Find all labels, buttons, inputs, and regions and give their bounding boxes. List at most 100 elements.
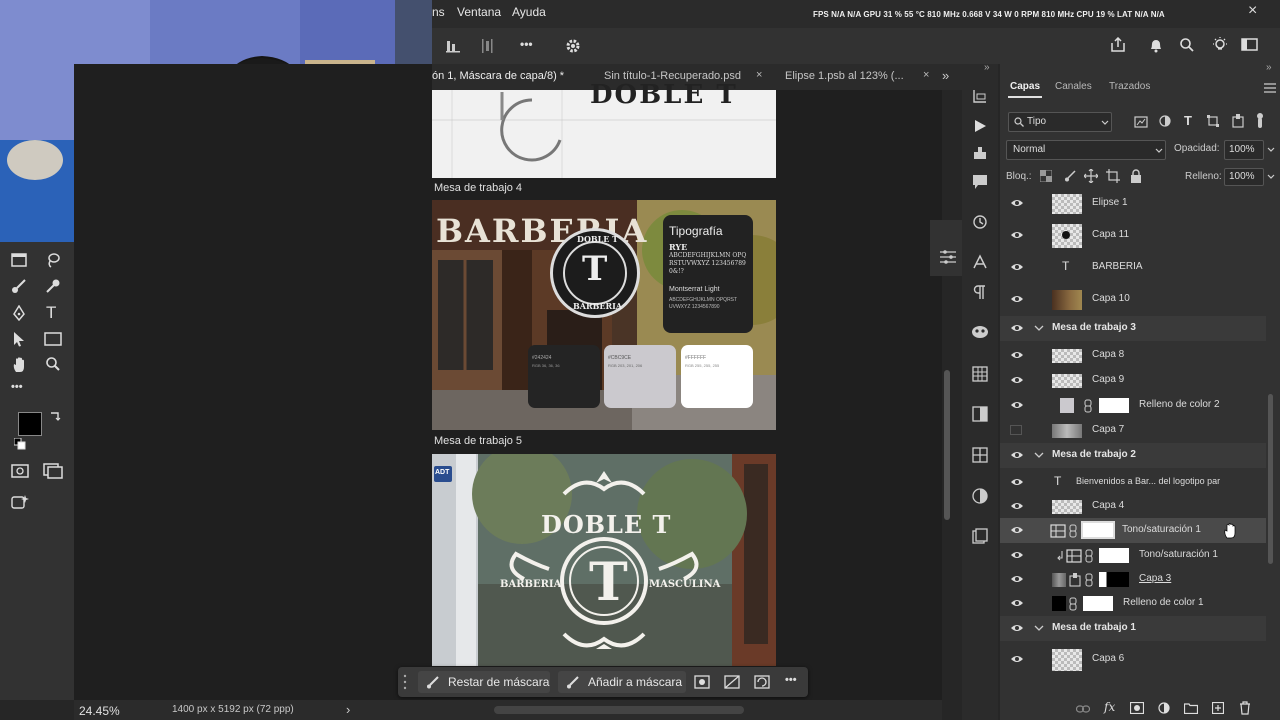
play-icon[interactable] <box>973 119 987 133</box>
layer-row[interactable]: Capa 3 <box>1000 567 1264 592</box>
foreground-color-swatch[interactable] <box>18 412 42 436</box>
gear-icon[interactable] <box>565 38 581 54</box>
blend-mode-select[interactable]: Normal <box>1006 140 1166 160</box>
visibility-toggle-off[interactable] <box>1010 425 1022 435</box>
pattern-icon[interactable] <box>972 447 988 463</box>
visibility-eye-icon[interactable] <box>1010 450 1024 460</box>
lock-brush-icon[interactable] <box>1064 170 1076 182</box>
chevron-down-icon[interactable] <box>1034 452 1044 459</box>
add-mask-icon[interactable] <box>1130 702 1144 714</box>
artboard-group-row[interactable]: Mesa de trabajo 3 <box>1000 316 1266 341</box>
visibility-eye-icon[interactable] <box>1010 654 1024 664</box>
adjustments-icon[interactable] <box>940 250 956 264</box>
gradient-icon[interactable] <box>972 406 988 422</box>
layer-name[interactable]: Mesa de trabajo 2 <box>1052 449 1136 460</box>
color-icon[interactable] <box>972 488 988 504</box>
layer-row[interactable]: Elipse 1 <box>1000 191 1264 216</box>
visibility-eye-icon[interactable] <box>1010 623 1024 633</box>
zoom-level[interactable]: 24.45% <box>79 704 120 718</box>
more-options-icon[interactable]: ••• <box>520 37 533 51</box>
layer-filter-select[interactable]: Tipo <box>1008 112 1112 132</box>
layer-name[interactable]: Capa 4 <box>1092 500 1124 511</box>
libraries-icon[interactable] <box>972 528 988 544</box>
chevron-down-icon[interactable] <box>1034 325 1044 332</box>
brush-tool-icon[interactable] <box>11 278 27 294</box>
lock-all-icon[interactable] <box>1130 169 1142 183</box>
close-icon[interactable]: × <box>1248 2 1257 20</box>
add-to-mask-button[interactable]: Añadir a máscara <box>558 671 686 693</box>
comment-icon[interactable] <box>972 174 988 190</box>
visibility-eye-icon[interactable] <box>1010 501 1024 511</box>
tab-active-document[interactable]: ón 1, Máscara de capa/8) * <box>432 70 564 82</box>
visibility-eye-icon[interactable] <box>1010 550 1024 560</box>
generative-icon[interactable] <box>11 494 29 510</box>
pen-tool-icon[interactable] <box>11 305 27 321</box>
distribute-icon[interactable] <box>480 39 494 53</box>
visibility-eye-icon[interactable] <box>1010 477 1024 487</box>
layer-name[interactable]: Tono/saturación 1 <box>1122 524 1201 535</box>
lock-artboard-icon[interactable] <box>1106 169 1120 183</box>
layer-name[interactable]: Capa 6 <box>1092 653 1124 664</box>
filter-smart-icon[interactable] <box>1232 114 1244 128</box>
collapse-panel-icon[interactable]: » <box>1266 62 1272 73</box>
layer-name[interactable]: Tono/saturación 1 <box>1139 549 1218 560</box>
layer-row[interactable]: Capa 9 <box>1000 368 1264 393</box>
layer-row[interactable]: Capa 6 <box>1000 647 1264 672</box>
layer-row[interactable]: Capa 8 <box>1000 343 1264 368</box>
filter-pixel-icon[interactable] <box>1134 116 1148 128</box>
layer-name[interactable]: BARBERIA <box>1092 261 1143 272</box>
tab-overflow-icon[interactable]: » <box>942 68 949 83</box>
link-icon[interactable] <box>1084 399 1092 413</box>
layer-name[interactable]: Capa 10 <box>1092 293 1130 304</box>
visibility-eye-icon[interactable] <box>1010 574 1024 584</box>
default-colors-icon[interactable] <box>14 438 26 450</box>
artboard-4[interactable]: BARBERIA DOBLE T T BARBERIA Tipografía R… <box>432 200 776 430</box>
quick-mask-icon[interactable] <box>11 464 29 478</box>
layer-row[interactable]: Relleno de color 2 <box>1000 393 1264 418</box>
layers-scrollbar-thumb[interactable] <box>1268 394 1273 564</box>
layer-name[interactable]: Relleno de color 1 <box>1123 597 1204 608</box>
stamp-icon[interactable] <box>972 146 988 160</box>
swap-colors-icon[interactable] <box>49 410 61 422</box>
zoom-tool-icon[interactable] <box>45 356 61 372</box>
new-layer-icon[interactable] <box>1212 702 1224 714</box>
layer-name[interactable]: Capa 3 <box>1139 573 1171 584</box>
tab-close-icon[interactable]: × <box>756 69 762 81</box>
layer-row[interactable]: Tono/saturación 1 <box>1000 543 1264 568</box>
layer-name[interactable]: Relleno de color 2 <box>1139 399 1220 410</box>
visibility-eye-icon[interactable] <box>1010 400 1024 410</box>
screen-mode-icon[interactable] <box>43 463 63 479</box>
new-group-icon[interactable] <box>1184 702 1198 714</box>
lightbulb-icon[interactable] <box>1211 36 1229 54</box>
layer-row[interactable]: Capa 7 <box>1000 418 1264 443</box>
share-icon[interactable] <box>1110 37 1126 53</box>
chevron-down-icon[interactable] <box>1267 174 1275 180</box>
link-icon[interactable] <box>1069 524 1077 538</box>
artboard-group-row[interactable]: Mesa de trabajo 2 <box>1000 443 1266 468</box>
new-adjustment-icon[interactable] <box>1158 702 1170 714</box>
horizontal-scrollbar-thumb[interactable] <box>494 706 744 714</box>
history-icon[interactable] <box>972 88 988 104</box>
artboard-group-row[interactable]: Mesa de trabajo 1 <box>1000 616 1266 641</box>
visibility-eye-icon[interactable] <box>1010 375 1024 385</box>
rectangle-tool-icon[interactable] <box>44 332 62 346</box>
chevron-down-icon[interactable] <box>1034 625 1044 632</box>
layer-row[interactable]: Capa 10 <box>1000 287 1264 312</box>
link-icon[interactable] <box>1085 549 1093 563</box>
menu-item-ayuda[interactable]: Ayuda <box>512 5 546 19</box>
artboard-5[interactable]: ADT DOBLE T T BARBERIA MASCULINA <box>432 454 776 666</box>
opacity-input[interactable]: 100% <box>1224 140 1264 160</box>
tab-trazados[interactable]: Trazados <box>1109 81 1150 92</box>
edit-toolbar-icon[interactable]: ••• <box>11 381 23 393</box>
character-icon[interactable] <box>972 254 988 270</box>
visibility-eye-icon[interactable] <box>1010 230 1024 240</box>
tab-capas[interactable]: Capas <box>1010 81 1040 92</box>
notification-bell-icon[interactable] <box>1148 37 1164 53</box>
artboard-3-partial[interactable]: DOBLE T <box>432 80 776 178</box>
layer-row[interactable]: Capa 4 <box>1000 494 1264 519</box>
mask-options-icon[interactable] <box>694 675 710 689</box>
visibility-eye-icon[interactable] <box>1010 350 1024 360</box>
link-layers-icon[interactable] <box>1076 703 1090 715</box>
layer-mask-thumbnail[interactable] <box>1099 548 1129 563</box>
menu-item-partial[interactable]: ns <box>432 5 445 19</box>
